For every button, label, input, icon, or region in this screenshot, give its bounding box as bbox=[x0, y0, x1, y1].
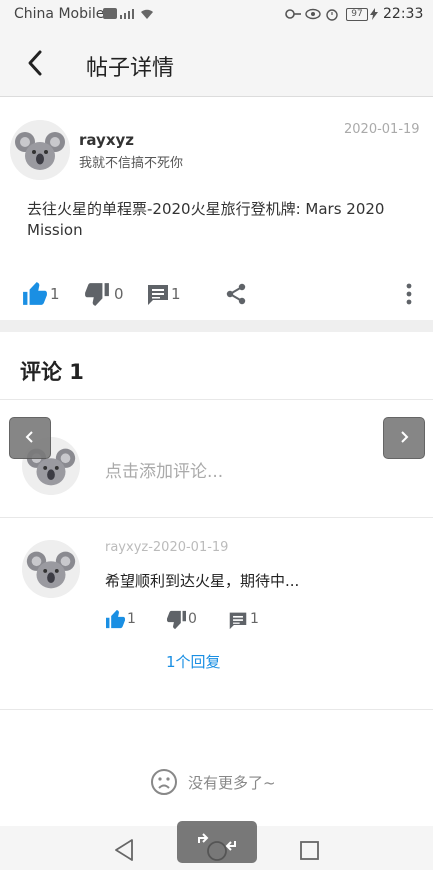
next-arrow-button[interactable] bbox=[383, 417, 425, 459]
back-arrow-icon[interactable] bbox=[22, 46, 52, 80]
avatar[interactable] bbox=[10, 120, 70, 180]
koala-avatar-icon bbox=[22, 540, 80, 598]
chevron-left-icon bbox=[25, 431, 33, 443]
thumbs-up-icon[interactable] bbox=[22, 282, 48, 306]
battery-level: 97 bbox=[346, 8, 368, 21]
comment-meta: rayxyz-2020-01-19 bbox=[105, 540, 229, 555]
thumbs-up-icon[interactable] bbox=[105, 610, 126, 629]
signal-wifi-icons bbox=[103, 8, 153, 19]
clock: 22:33 bbox=[383, 6, 424, 22]
post-author[interactable]: rayxyz bbox=[79, 131, 134, 149]
add-comment-input[interactable]: 点击添加评论... bbox=[105, 457, 223, 482]
prev-arrow-button[interactable] bbox=[9, 417, 51, 459]
nav-back-icon[interactable] bbox=[113, 838, 135, 862]
post-comment-count: 1 bbox=[171, 285, 181, 303]
carrier-name: China Mobile bbox=[14, 6, 105, 22]
comment-dislike-count: 0 bbox=[188, 611, 197, 627]
divider bbox=[0, 399, 433, 400]
post-content: 去往火星的单程票-2020火星旅行登机牌: Mars 2020 Mission bbox=[27, 200, 385, 239]
view-replies-link[interactable]: 1个回复 bbox=[166, 651, 221, 672]
sad-face-icon bbox=[151, 769, 177, 795]
divider bbox=[0, 709, 433, 710]
thumbs-down-icon[interactable] bbox=[84, 282, 110, 306]
comment-text: 希望顺利到达火星，期待中... bbox=[105, 572, 300, 590]
status-icons bbox=[285, 8, 338, 21]
post-like-count: 1 bbox=[50, 285, 60, 303]
post-date: 2020-01-19 bbox=[344, 122, 420, 137]
comment-like-count: 1 bbox=[127, 611, 136, 627]
avatar[interactable] bbox=[22, 540, 80, 598]
nav-home-icon[interactable] bbox=[206, 840, 228, 862]
thumbs-down-icon[interactable] bbox=[166, 610, 187, 629]
comment-icon[interactable] bbox=[146, 283, 170, 306]
comment-reply-count: 1 bbox=[250, 611, 259, 627]
page-title: 帖子详情 bbox=[86, 56, 175, 81]
nav-recents-icon[interactable] bbox=[299, 840, 321, 862]
koala-avatar-icon bbox=[10, 120, 70, 180]
header-bar bbox=[0, 28, 433, 97]
charging-icon bbox=[370, 8, 378, 20]
comment-icon[interactable] bbox=[228, 611, 248, 630]
no-more-text: 没有更多了~ bbox=[188, 774, 276, 792]
section-divider bbox=[0, 320, 433, 332]
more-vert-icon[interactable] bbox=[403, 282, 415, 306]
author-signature: 我就不信搞不死你 bbox=[79, 156, 184, 171]
chevron-right-icon bbox=[401, 431, 409, 443]
divider bbox=[0, 517, 433, 518]
post-dislike-count: 0 bbox=[114, 285, 124, 303]
comments-title: 评论 1 bbox=[20, 360, 84, 384]
share-icon[interactable] bbox=[224, 282, 248, 306]
